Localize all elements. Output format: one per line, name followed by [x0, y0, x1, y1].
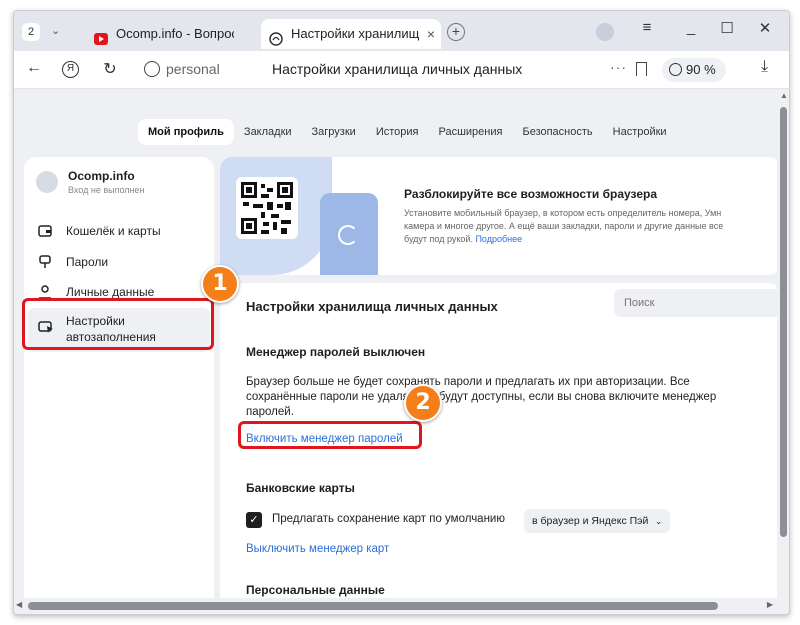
description-line: сохранённые пароли не удалятся и будут д… — [246, 391, 717, 403]
promo-title: Разблокируйте все возможности браузера — [404, 187, 658, 201]
chevron-down-icon: ⌄ — [654, 516, 663, 526]
nav-history[interactable]: История — [366, 119, 429, 145]
scrollbar-thumb[interactable] — [28, 602, 718, 610]
nav-my-profile[interactable]: Мой профиль — [138, 119, 234, 145]
youtube-favicon-icon — [94, 27, 108, 45]
zoom-icon — [669, 63, 682, 76]
menu-icon[interactable]: ≡ — [634, 19, 660, 36]
promo-line: Установите мобильный браузер, в котором … — [404, 208, 722, 218]
highlight-autofill — [22, 298, 214, 350]
reload-icon[interactable]: ↻ — [100, 59, 120, 79]
main-area: Разблокируйте все возможности браузера У… — [220, 157, 780, 600]
description-line: Браузер больше не будет сохранять пароли… — [246, 376, 690, 388]
new-tab-button[interactable]: + — [447, 23, 465, 41]
chevron-down-icon[interactable]: ⌄ — [51, 24, 60, 37]
address-page-title[interactable]: Настройки хранилища личных данных — [272, 61, 522, 77]
horizontal-scrollbar[interactable]: ◀ ▶ — [14, 598, 789, 614]
scroll-left-arrow-icon[interactable]: ◀ — [16, 600, 22, 609]
page-title: Настройки хранилища личных данных — [246, 299, 498, 314]
promo-line-3: будут под рукой. Подробнее — [404, 233, 780, 246]
close-icon[interactable]: × — [427, 19, 435, 49]
sidebar: Ocomp.info Вход не выполнен Кошелёк и ка… — [24, 157, 214, 600]
tab-ocomp[interactable]: Ocomp.info - Вопросы адм — [86, 19, 256, 49]
address-bar-row: ← Я ↻ personal Настройки хранилища личны… — [14, 51, 789, 89]
minimize-icon[interactable]: _ — [678, 19, 704, 36]
nav-extensions[interactable]: Расширения — [428, 119, 512, 145]
avatar — [36, 171, 58, 193]
password-manager-title: Менеджер паролей выключен — [246, 345, 426, 359]
close-window-icon[interactable]: ✕ — [752, 19, 778, 37]
promo-illustration — [220, 157, 332, 275]
highlight-enable-link — [238, 421, 422, 449]
scroll-up-arrow-icon[interactable]: ▲ — [780, 91, 788, 100]
tab-title: Настройки хранилища — [291, 26, 419, 41]
qr-code-icon — [236, 177, 298, 239]
sidebar-item-label: Пароли — [66, 255, 109, 269]
yandex-button-icon[interactable]: Я — [62, 61, 79, 78]
promo-line: камера и многое другое. А ещё ваши закла… — [404, 221, 724, 231]
promo-text: Установите мобильный браузер, в котором … — [404, 207, 780, 246]
step-badge-1: 1 — [201, 265, 239, 303]
sidebar-item-label: Личные данные — [66, 285, 155, 299]
download-icon[interactable]: ⤓ — [761, 58, 768, 76]
nav-bookmarks[interactable]: Закладки — [234, 119, 302, 145]
bookmark-icon[interactable] — [636, 62, 647, 76]
tab-title: Ocomp.info - Вопросы адм — [116, 26, 234, 41]
promo-banner: Разблокируйте все возможности браузера У… — [220, 157, 780, 275]
vertical-scrollbar[interactable]: ▲ — [777, 89, 789, 600]
step-badge-2: 2 — [404, 384, 442, 422]
key-icon — [38, 255, 52, 269]
nav-settings[interactable]: Настройки — [603, 119, 677, 145]
site-info-icon[interactable] — [144, 61, 160, 77]
wallet-icon — [38, 224, 52, 238]
back-arrow-icon[interactable]: ← — [24, 59, 44, 77]
settings-tab-icon — [269, 27, 283, 46]
tab-settings[interactable]: Настройки хранилища × — [261, 19, 441, 49]
save-cards-select[interactable]: в браузер и Яндекс Пэй ⌄ — [524, 509, 671, 533]
account-status: Вход не выполнен — [68, 185, 145, 195]
person-icon — [38, 285, 52, 299]
account-name: Ocomp.info — [68, 169, 135, 183]
maximize-icon[interactable]: ☐ — [714, 19, 740, 37]
personal-data-title: Персональные данные — [246, 583, 385, 597]
tab-count-button[interactable]: 2 — [22, 23, 40, 41]
save-cards-label: Предлагать сохранение карт по умолчанию — [272, 513, 505, 525]
sync-icon — [338, 225, 358, 245]
scroll-right-arrow-icon[interactable]: ▶ — [767, 600, 773, 609]
phone-illustration — [320, 193, 378, 275]
sidebar-item-label: Кошелёк и карты — [66, 224, 161, 238]
scrollbar-thumb[interactable] — [780, 107, 787, 537]
select-value: в браузер и Яндекс Пэй — [532, 515, 649, 527]
promo-more-link[interactable]: Подробнее — [475, 234, 522, 244]
zoom-level: 90 % — [686, 62, 716, 77]
top-navigation: Мой профиль Закладки Загрузки История Ра… — [138, 119, 677, 145]
bank-cards-title: Банковские карты — [246, 481, 355, 495]
promo-line-text: будут под рукой. — [404, 234, 476, 244]
nav-downloads[interactable]: Загрузки — [302, 119, 366, 145]
zoom-button[interactable]: 90 % — [662, 58, 726, 82]
disable-card-manager-link[interactable]: Выключить менеджер карт — [246, 543, 389, 555]
tab-strip: 2 ⌄ Ocomp.info - Вопросы адм Настройки х… — [14, 11, 789, 51]
profile-avatar[interactable] — [596, 23, 614, 41]
save-cards-checkbox[interactable]: ✓ — [246, 512, 262, 528]
search-input[interactable] — [614, 289, 780, 317]
password-manager-description: Браузер больше не будет сохранять пароли… — [246, 375, 766, 420]
more-icon[interactable]: ··· — [610, 59, 627, 75]
nav-security[interactable]: Безопасность — [512, 119, 602, 145]
description-line: паролей. — [246, 406, 294, 418]
address-domain[interactable]: personal — [166, 61, 220, 77]
